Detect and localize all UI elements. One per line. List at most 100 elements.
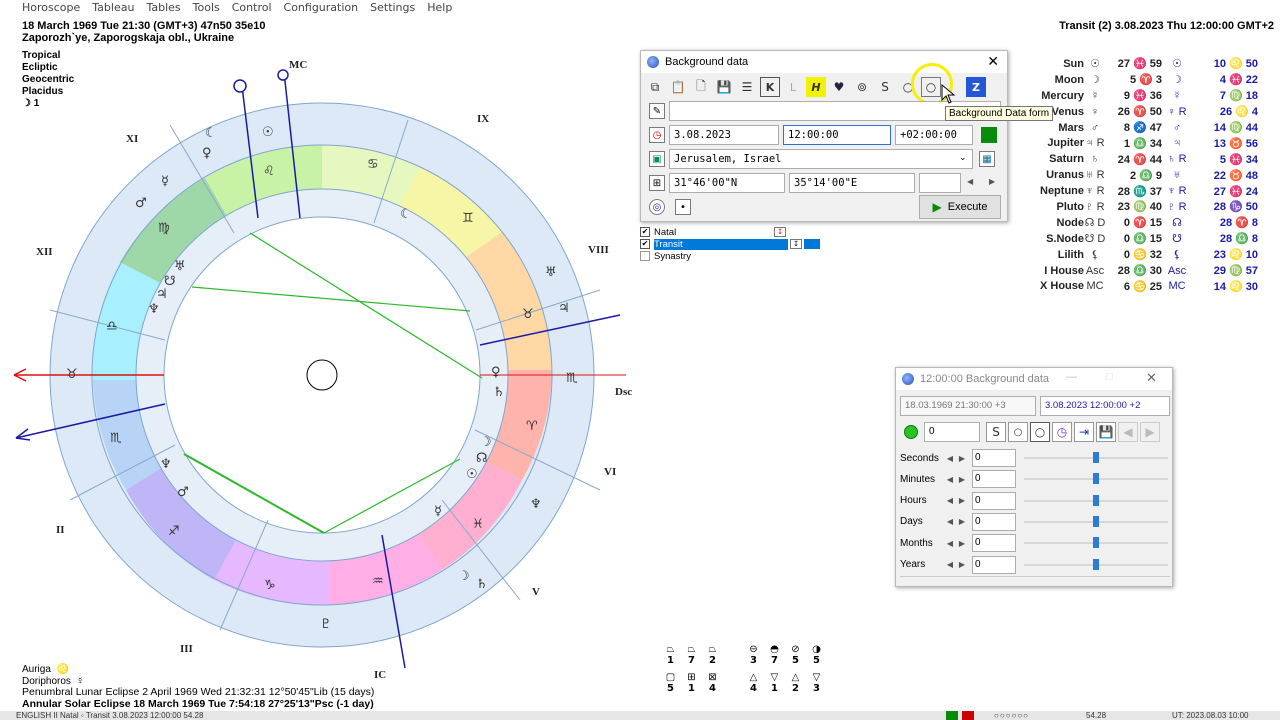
house-ii: II [56,524,65,536]
slider-thumb[interactable] [1093,473,1099,485]
close-icon-2[interactable]: ✕ [1146,370,1157,386]
strike-s-icon[interactable]: S [875,77,895,97]
menu-item-control[interactable]: Control [232,0,278,16]
step-value-input[interactable]: 0 [972,491,1016,510]
strike-s-icon-2[interactable]: S [986,422,1006,442]
new-document-icon[interactable]: 🗋 [691,77,711,97]
step-value-input[interactable]: 0 [972,449,1016,467]
dot-toggle[interactable]: • [675,199,691,215]
green-circle-icon[interactable] [904,425,918,439]
horoscope-wheel[interactable]: ♌ ♋ ♊ ♉ ♈ ♓ ♒ ♑ ♐ ♏ ♎ ♍ ♉ ♏ ♃ ♅ ♆ ♄ ☽ ♇ … [10,50,640,690]
slider-thumb[interactable] [1093,494,1099,506]
circle-icon-2[interactable]: ○ [1030,422,1050,442]
extra-field[interactable] [919,173,961,193]
step-value-input[interactable]: 0 [972,512,1016,531]
chevron-left-icon[interactable]: ◀ [944,515,956,529]
edit-icon[interactable]: ✎ [649,103,665,119]
transit-checkbox[interactable]: ✔ [640,239,650,249]
coords-icon[interactable]: ⊞ [649,175,665,191]
date-field[interactable]: 3.08.2023 [669,125,779,145]
save-icon[interactable]: 💾 [714,77,734,97]
chevron-left-icon[interactable]: ◀ [944,558,956,572]
chevron-down-icon[interactable]: ⌄ [959,153,967,163]
z-icon[interactable]: Z [966,77,986,97]
minimize-icon[interactable]: — [1066,371,1077,383]
paste-icon[interactable]: 📋 [668,77,688,97]
menu-item-tableau[interactable]: Tableau [92,0,140,16]
maximize-icon[interactable]: □ [1106,371,1113,383]
chevron-right-icon[interactable]: ▶ [956,494,968,508]
step-slider[interactable] [1024,494,1168,506]
menu-item-tables[interactable]: Tables [146,0,186,16]
dialog2-titlebar[interactable]: 12:00:00 Background data — □ ✕ [896,368,1172,390]
copy-icon[interactable]: ⧉ [645,77,665,97]
clock-icon[interactable]: ◷ [649,127,665,143]
execute-button[interactable]: ▶ Execute [919,195,1001,219]
menu-item-horoscope[interactable]: Horoscope [22,0,86,16]
heart-icon[interactable]: ♥ [829,77,849,97]
chevron-left-icon[interactable]: ◀ [944,494,956,508]
list-icon[interactable]: ☰ [737,77,757,97]
step-value-input[interactable]: 0 [972,555,1016,574]
step-slider[interactable] [1024,473,1168,485]
step-slider[interactable] [1024,558,1168,570]
chevron-right-icon-2[interactable]: ▶ [1140,422,1160,442]
step-input[interactable]: 0 [924,422,980,442]
chevron-left-icon[interactable]: ◀ [944,536,956,550]
l-icon[interactable]: L [783,77,803,97]
latitude-field[interactable]: 31°46'00"N [669,173,785,193]
step-value-input[interactable]: 0 [972,534,1016,553]
step-slider[interactable] [1024,537,1168,549]
place-field[interactable]: Jerusalem, Israel [669,149,973,169]
chevron-left-icon[interactable]: ◀ [944,472,956,486]
chart-list-synastry[interactable]: Synastry [640,250,820,262]
spiral-icon[interactable]: ⊚ [852,77,872,97]
chart-list-transit[interactable]: ✔ Transit ↧ [640,238,820,250]
transit-clock-icon[interactable]: ↧ [790,239,802,249]
slider-thumb[interactable] [1093,558,1099,570]
chevron-right-icon[interactable]: ▶ [956,558,968,572]
step-slider[interactable] [1024,515,1168,527]
step-label: Seconds [900,452,939,464]
chevron-right-icon[interactable]: ▶ [956,515,968,529]
menu-item-settings[interactable]: Settings [370,0,421,16]
step-value-input[interactable]: 0 [972,470,1016,489]
chevron-right-icon[interactable]: ▶ [956,536,968,550]
natal-clock-icon[interactable]: ↧ [774,227,786,237]
green-status-icon[interactable] [981,127,997,143]
slider-thumb[interactable] [1093,537,1099,549]
save-icon-2[interactable]: 💾 [1096,422,1116,442]
target-icon[interactable]: ◎ [649,199,665,215]
time-step-dialog[interactable]: 12:00:00 Background data — □ ✕ 18.03.196… [895,367,1173,587]
map-icon[interactable]: ▦ [979,151,995,167]
k-icon[interactable]: K [760,77,780,97]
menu-item-tools[interactable]: Tools [193,0,226,16]
clock-icon-2[interactable]: ◷ [1052,422,1072,442]
chevron-left-icon-2[interactable]: ◀ [1118,422,1138,442]
chart-list-natal[interactable]: ✔ Natal ↧ [640,226,820,238]
svg-text:☉: ☉ [262,125,274,140]
chevron-right-icon[interactable]: ▶ [989,177,995,186]
step-slider[interactable] [1024,452,1168,463]
chevron-left-icon[interactable]: ◀ [967,177,973,186]
small-circle-icon-2[interactable]: ○ [1008,422,1028,442]
natal-checkbox[interactable]: ✔ [640,227,650,237]
menu-item-help[interactable]: Help [427,0,458,16]
chevron-right-icon[interactable]: ▶ [956,472,968,486]
time-field[interactable]: 12:00:00 [783,125,891,145]
menu-item-configuration[interactable]: Configuration [284,0,365,16]
close-icon[interactable]: ✕ [987,53,999,70]
globe-icon[interactable]: ▣ [649,151,665,167]
h-icon[interactable]: H [806,77,826,97]
synastry-checkbox[interactable] [640,251,650,261]
timezone-field[interactable]: +02:00:00 [895,125,973,145]
chevron-left-icon[interactable]: ◀ [944,451,956,465]
grid-aspect-icon: ⊞ [687,672,696,683]
longitude-field[interactable]: 35°14'00"E [789,173,915,193]
slider-thumb[interactable] [1093,452,1099,463]
chevron-right-icon[interactable]: ▶ [956,451,968,465]
slider-thumb[interactable] [1093,515,1099,527]
background-data-dialog[interactable]: Background data ✕ ⧉ 📋 🗋 💾 ☰ K L H ♥ ⊚ S … [640,50,1008,222]
dialog-titlebar[interactable]: Background data ✕ [641,51,1007,73]
export-icon[interactable]: ⇥ [1074,422,1094,442]
